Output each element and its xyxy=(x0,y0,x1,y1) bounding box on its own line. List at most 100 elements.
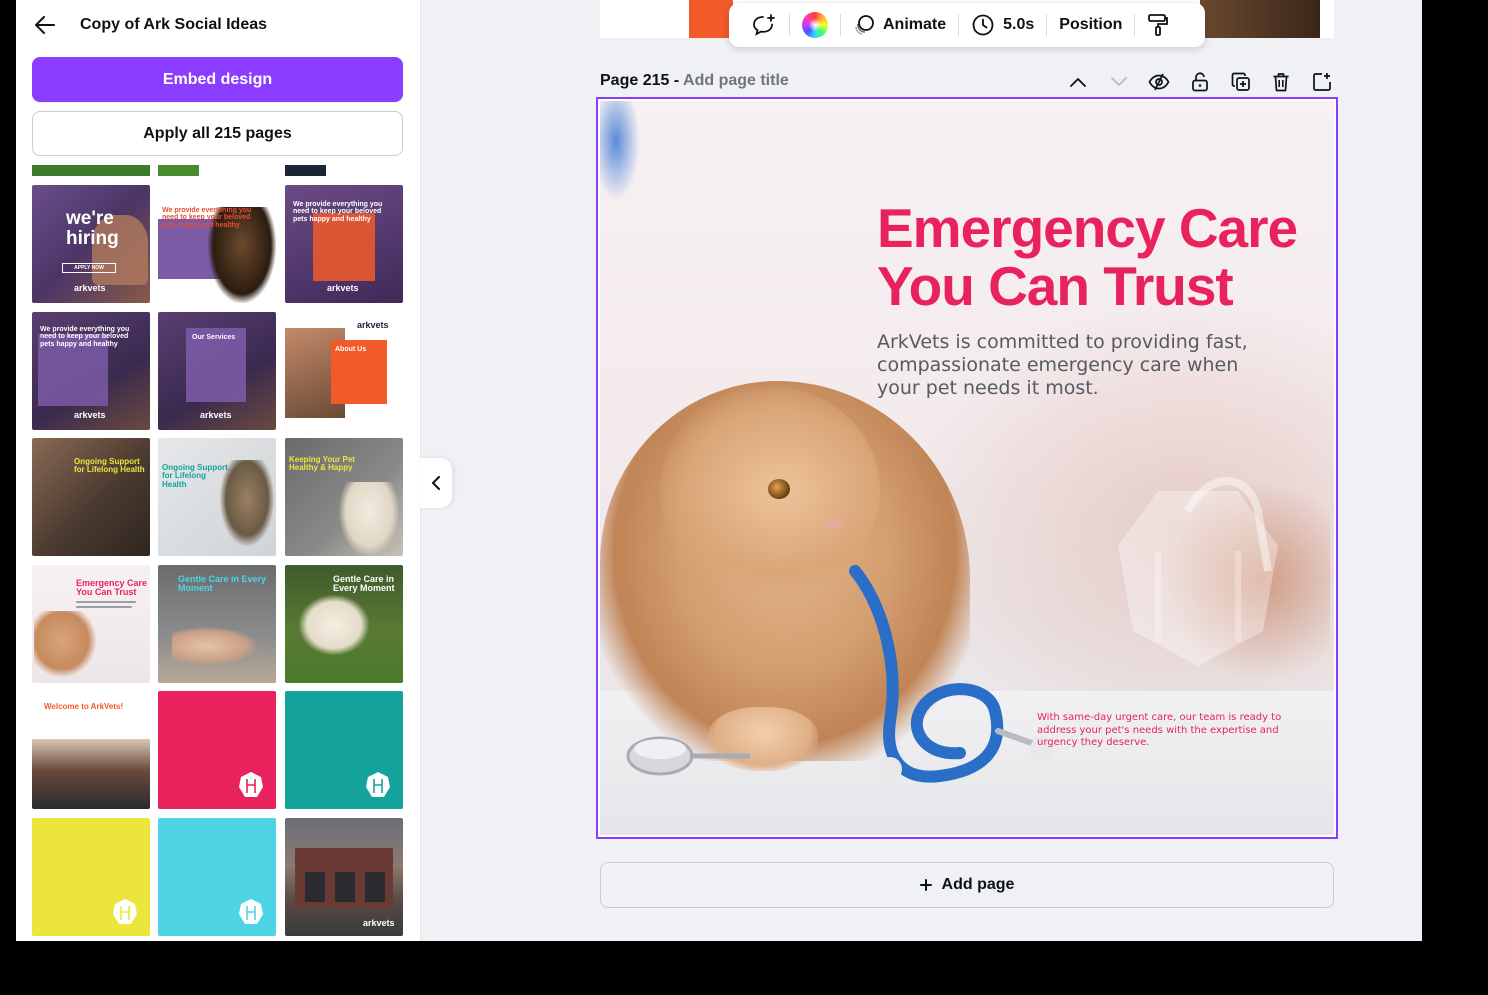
apply-all-pages-button[interactable]: Apply all 215 pages xyxy=(32,111,403,156)
thumbnail-hiring[interactable]: we're hiring APPLY NOW arkvets xyxy=(32,185,150,303)
thumbnail-title: Ongoing Support for Lifelong Health xyxy=(162,463,228,489)
color-wheel-icon xyxy=(802,12,828,38)
animate-button[interactable]: Animate xyxy=(841,3,958,47)
add-comment-icon xyxy=(753,14,775,36)
thumbnail-pink-logo[interactable] xyxy=(158,691,276,809)
thumbnail-title: Keeping Your Pet Healthy & Happy xyxy=(289,455,355,473)
thumbnail-ongoing-support-cat[interactable]: Ongoing Support for Lifelong Health xyxy=(158,438,276,556)
page-title-placeholder[interactable]: Add page title xyxy=(683,72,789,89)
design-body-text[interactable]: ArkVets is committed to providing fast, … xyxy=(877,331,1257,400)
paint-roller-icon xyxy=(1148,14,1169,36)
clock-icon xyxy=(972,14,994,36)
thumbnail-title: About Us xyxy=(335,346,367,353)
thumbnail-title: We provide everything you need to keep y… xyxy=(40,326,130,348)
thumbnail-title: Our Services xyxy=(192,334,236,341)
thumbnail-peek[interactable] xyxy=(32,165,150,176)
page-actions xyxy=(1058,68,1342,96)
chevron-down-icon xyxy=(1110,77,1127,87)
selected-page[interactable]: Emergency Care You Can Trust ArkVets is … xyxy=(596,97,1338,839)
thumbnail-title: Gentle Care in Every Moment xyxy=(333,574,395,594)
thumbnail-ongoing-support[interactable]: Ongoing Support for Lifelong Health xyxy=(32,438,150,556)
thumbnail-title: Ongoing Support for Lifelong Health xyxy=(74,457,145,475)
design-small-text[interactable]: With same-day urgent care, our team is r… xyxy=(1037,712,1287,750)
thumbnail-building[interactable]: arkvets xyxy=(285,818,403,936)
canva-editor: Copy of Ark Social Ideas Embed design Ap… xyxy=(16,0,1422,941)
thumbnail-peek[interactable] xyxy=(158,165,199,176)
thumbnail-title: We provide everything you need to keep y… xyxy=(162,207,252,229)
thumbnail-cta: APPLY NOW xyxy=(62,263,116,273)
thumbnail-text-line xyxy=(76,601,136,603)
back-arrow-icon[interactable] xyxy=(32,12,58,38)
cat-nose xyxy=(826,519,842,529)
design-headline[interactable]: Emergency Care You Can Trust xyxy=(877,199,1317,315)
hide-page-button[interactable] xyxy=(1139,68,1180,96)
page-label[interactable]: Page 215 - Add page title xyxy=(600,72,789,90)
design-title: Copy of Ark Social Ideas xyxy=(80,16,268,33)
position-label: Position xyxy=(1059,16,1123,33)
embed-design-button[interactable]: Embed design xyxy=(32,57,403,102)
duration-button[interactable]: 5.0s xyxy=(959,3,1046,47)
thumbnail-title: we're hiring xyxy=(66,208,119,249)
plus-icon xyxy=(919,879,932,891)
comment-button[interactable] xyxy=(739,3,789,47)
thumbnail-brand: arkvets xyxy=(74,410,106,420)
panel-header: Copy of Ark Social Ideas xyxy=(32,8,267,42)
arkvets-logo-icon xyxy=(239,899,263,924)
add-page-after-button[interactable] xyxy=(1302,68,1343,96)
arkvets-logo-icon xyxy=(366,772,390,797)
arkvets-logo-icon xyxy=(113,899,137,924)
animate-icon xyxy=(855,15,874,35)
element-toolbar: Animate 5.0s Position xyxy=(729,3,1205,47)
stethoscope xyxy=(626,565,1054,783)
thumbnail-brand: arkvets xyxy=(357,320,389,330)
thumbnail-title: Emergency Care You Can Trust xyxy=(76,578,148,598)
thumbnail-text-line xyxy=(76,606,132,608)
thumbnail-services-dog[interactable]: We provide everything you need to keep y… xyxy=(158,185,276,303)
unlock-icon xyxy=(1192,72,1208,92)
add-page-button[interactable]: Add page xyxy=(600,862,1334,908)
thumbnail-brand: arkvets xyxy=(200,410,232,420)
thumbnail-peek[interactable] xyxy=(285,165,326,176)
thumbnail-brand: arkvets xyxy=(74,283,106,293)
thumbnail-gentle-care-dog[interactable]: Gentle Care in Every Moment xyxy=(285,565,403,683)
collapse-panel-button[interactable] xyxy=(420,458,452,508)
chevron-up-icon xyxy=(1070,77,1087,87)
position-button[interactable]: Position xyxy=(1047,3,1134,47)
thumbnail-provide[interactable]: We provide everything you need to keep y… xyxy=(32,312,150,430)
color-button[interactable] xyxy=(790,3,840,47)
thumbnail-yellow-logo[interactable] xyxy=(32,818,150,936)
move-page-up-button[interactable] xyxy=(1058,68,1099,96)
delete-page-button[interactable] xyxy=(1261,68,1302,96)
lock-page-button[interactable] xyxy=(1180,68,1221,96)
thumbnail-title: We provide everything you need to keep y… xyxy=(293,201,383,223)
thumbnail-welcome[interactable]: Welcome to ArkVets! xyxy=(32,691,150,809)
copy-style-button[interactable] xyxy=(1135,3,1181,47)
duplicate-icon xyxy=(1231,72,1250,91)
thumbnail-cyan-logo[interactable] xyxy=(158,818,276,936)
thumbnail-our-services[interactable]: Our Services arkvets xyxy=(158,312,276,430)
side-panel: Copy of Ark Social Ideas Embed design Ap… xyxy=(16,0,421,941)
duplicate-page-button[interactable] xyxy=(1220,68,1261,96)
duration-label: 5.0s xyxy=(1003,16,1035,33)
thumbnail-brand: arkvets xyxy=(363,918,395,928)
thumbnail-title: Gentle Care in Every Moment xyxy=(178,574,267,594)
arkvets-logo-icon xyxy=(239,772,263,797)
thumbnail-teal-logo[interactable] xyxy=(285,691,403,809)
trash-icon xyxy=(1273,73,1289,92)
arkvets-watermark-logo xyxy=(1118,477,1278,666)
eye-hidden-icon xyxy=(1149,73,1170,91)
thumbnail-emergency-care[interactable]: Emergency Care You Can Trust xyxy=(32,565,150,683)
move-page-down-button[interactable] xyxy=(1099,68,1140,96)
thumbnail-about-us[interactable]: About Us arkvets xyxy=(285,312,403,430)
thumbnail-keeping-pet[interactable]: Keeping Your Pet Healthy & Happy xyxy=(285,438,403,556)
thumbnail-gentle-care-hand[interactable]: Gentle Care in Every Moment xyxy=(158,565,276,683)
add-page-icon xyxy=(1313,73,1331,91)
design-canvas[interactable]: Emergency Care You Can Trust ArkVets is … xyxy=(600,101,1334,835)
page-number: Page 215 - xyxy=(600,72,680,89)
animate-label: Animate xyxy=(883,16,947,33)
cat-eye xyxy=(768,479,790,499)
thumbnail-services-list[interactable]: We provide everything you need to keep y… xyxy=(285,185,403,303)
thumbnail-title: Welcome to ArkVets! xyxy=(44,702,124,711)
chevron-left-icon xyxy=(432,476,440,490)
add-page-label: Add page xyxy=(941,876,1015,893)
